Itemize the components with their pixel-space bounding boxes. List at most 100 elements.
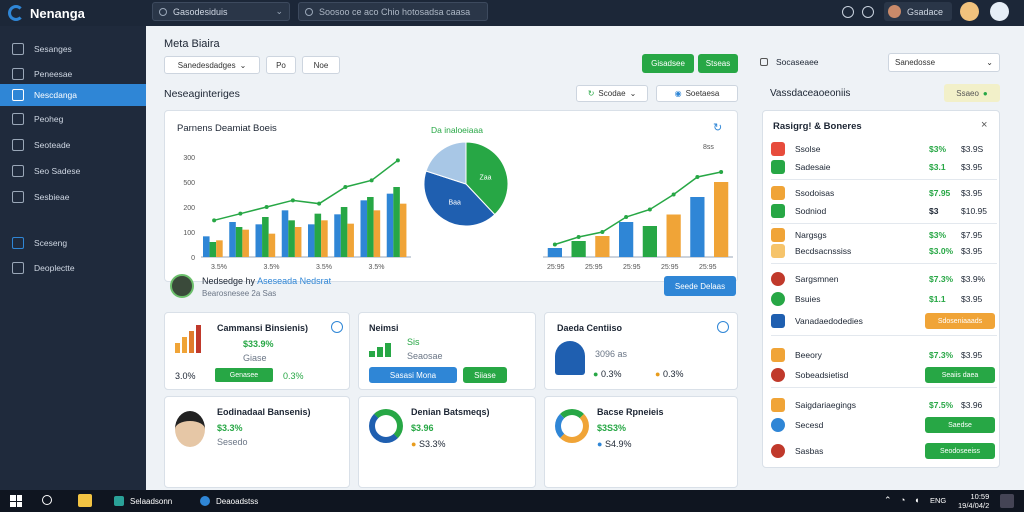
bar: [203, 236, 210, 257]
sidebar-item-label: Peoheg: [34, 114, 64, 124]
tool-icon: [771, 142, 785, 156]
sidebar-item-3[interactable]: Peoheg: [0, 108, 146, 130]
card-footer-3: 0.3%: [283, 371, 304, 381]
row-button[interactable]: Saedse: [925, 417, 995, 433]
filter-select[interactable]: Sanedesdadges ⌄: [164, 56, 260, 74]
windows-start-icon[interactable]: [10, 495, 22, 507]
top-dropdown[interactable]: Gasodesiduis ⌄: [152, 2, 290, 21]
info-card-0[interactable]: Cammansi Binsienis) $33.9% Giase 3.0% Ge…: [164, 312, 350, 390]
card-footer-2-text: 0.3%: [662, 369, 684, 379]
list-item[interactable]: Becdsacnssiss $3.0% $3.95: [771, 241, 997, 261]
card-button-2[interactable]: Siiase: [463, 367, 507, 383]
sidebar-item-8[interactable]: Deoplectte: [0, 257, 146, 279]
sidebar-item-2[interactable]: Nescdanga: [0, 84, 146, 106]
profile-avatar[interactable]: [960, 2, 979, 21]
info-card-3[interactable]: Eodinadaal Bansenis) $3.3% Sesedo: [164, 396, 350, 488]
info-card-4[interactable]: Denian Batsmeqs) $3.96 ● S3.3%: [358, 396, 536, 488]
row-value-1: $7.3%: [929, 274, 954, 284]
bar: [360, 200, 368, 257]
trend-point: [317, 201, 322, 206]
section-select-2[interactable]: ◉ Soetaesa: [656, 85, 738, 102]
row-value-1: $7.95: [929, 188, 951, 198]
clock[interactable]: 10:59 19/4/04/2: [958, 492, 989, 510]
sidebar-item-6[interactable]: Sesbieae: [0, 186, 146, 208]
row-button[interactable]: Seodoseeiss: [925, 443, 995, 459]
search-icon[interactable]: [42, 495, 52, 505]
pie-chart: Zaa Baa: [423, 141, 509, 227]
action-button-1[interactable]: Gisadsee: [642, 54, 694, 73]
row-value-1: $7.3%: [929, 350, 954, 360]
section-select-2-label: Soetaesa: [685, 89, 720, 98]
card-footer-1: 3.0%: [175, 371, 196, 381]
sidebar-item-1[interactable]: Peneesae: [0, 63, 146, 85]
filter-button-1[interactable]: Po: [266, 56, 296, 74]
section-select-1[interactable]: ↻ Scodae ⌄: [576, 85, 648, 102]
settings-icon[interactable]: [862, 6, 874, 18]
card-sub-text: S3.3%: [418, 439, 446, 449]
info-card-1[interactable]: Neimsi Sis Seaosae Sasasi Mona Siiase: [358, 312, 536, 390]
page-title: Meta Biaira: [164, 38, 220, 50]
list-item[interactable]: Sadesaie $3.1 $3.95: [771, 157, 997, 177]
refresh-icon[interactable]: [717, 321, 729, 333]
list-item[interactable]: Bsuies $1.1 $3.95: [771, 289, 997, 309]
list-item[interactable]: Sodniod $3 $10.95: [771, 201, 997, 221]
taskbar-app-2[interactable]: Deaoadstss: [200, 496, 258, 506]
list-item[interactable]: Ssolse $3% $3.9S: [771, 139, 997, 159]
info-card-5[interactable]: Bacse Rpneieis $3S3% ● S4.9%: [544, 396, 738, 488]
folder-icon[interactable]: [78, 494, 92, 507]
wifi-icon[interactable]: ◔: [900, 495, 905, 505]
search-input[interactable]: Soosoo ce aco Chio hotosadsa caasa: [298, 2, 488, 21]
card-icon: [771, 348, 785, 362]
row-button[interactable]: Sdoseniaaads: [925, 313, 995, 329]
taskbar-app-1[interactable]: Selaadsonn: [114, 496, 172, 506]
info-card-2[interactable]: Daeda Centiiso 3096 as ● 0.3% ● 0.3%: [544, 312, 738, 390]
help-icon[interactable]: [842, 6, 854, 18]
circle-icon: [771, 368, 785, 382]
sidebar-item-5[interactable]: Seo Sadese: [0, 160, 146, 182]
trend-point: [290, 198, 295, 203]
info-icon[interactable]: [331, 321, 343, 333]
card-value: $3.3%: [217, 423, 243, 433]
list-item[interactable]: Vanadaedodedies Sdoseniaaads: [771, 311, 997, 331]
bar: [288, 220, 295, 257]
row-label: Sodniod: [795, 206, 827, 216]
row-label: Secesd: [795, 420, 824, 430]
list-item[interactable]: Secesd Saedse: [771, 415, 997, 435]
action-button-2[interactable]: Stseas: [698, 54, 738, 73]
list-item[interactable]: Beeory $7.3% $3.95: [771, 345, 997, 365]
row-label: Bsuies: [795, 294, 821, 304]
bar: [547, 248, 562, 257]
user-menu[interactable]: Gsadace: [884, 2, 952, 21]
filter-button-2[interactable]: Noe: [302, 56, 340, 74]
strip-button[interactable]: Seede Delaas: [664, 276, 736, 296]
notification-icon[interactable]: [1000, 494, 1014, 508]
list-item[interactable]: Ssodoisas $7.95 $3.95: [771, 183, 997, 203]
bar: [340, 207, 348, 257]
profile-avatar-2[interactable]: [990, 2, 1009, 21]
pie-label: Baa: [449, 200, 462, 207]
sidebar-item-7[interactable]: Sceseng: [0, 232, 146, 254]
close-icon[interactable]: ×: [981, 119, 987, 131]
card-button-1[interactable]: Sasasi Mona: [369, 367, 457, 383]
list-item[interactable]: Saigdariaegings $7.5% $3.96: [771, 395, 997, 415]
card-tag[interactable]: Genasee: [215, 368, 273, 382]
row-label: Sadesaie: [795, 162, 831, 172]
row-button[interactable]: Seaiis daea: [925, 367, 995, 383]
grid-icon: [12, 43, 24, 55]
network-icon[interactable]: ⌃: [884, 495, 892, 506]
lang[interactable]: ENG: [930, 496, 946, 505]
right-title-text: Socaseaee: [776, 57, 819, 67]
refresh-icon[interactable]: ↻: [713, 121, 722, 134]
list-item[interactable]: Sobeadsietisd Seaiis daea: [771, 365, 997, 385]
sidebar-item-0[interactable]: Sesanges: [0, 38, 146, 60]
card-title: Eodinadaal Bansenis): [217, 407, 311, 417]
volume-icon[interactable]: ◖: [914, 495, 919, 505]
sidebar-item-label: Sesbieae: [34, 192, 70, 202]
right-dropdown[interactable]: Sanedosse ⌄: [888, 53, 1000, 72]
list-item[interactable]: Sargsmnen $7.3% $3.9%: [771, 269, 997, 289]
sidebar-item-4[interactable]: Seoteade: [0, 134, 146, 156]
card-footer-1-text: 0.3%: [600, 369, 622, 379]
bar: [373, 210, 381, 257]
status-badge[interactable]: Ssaeo ●: [944, 84, 1000, 102]
list-item[interactable]: Sasbas Seodoseeiss: [771, 441, 997, 461]
